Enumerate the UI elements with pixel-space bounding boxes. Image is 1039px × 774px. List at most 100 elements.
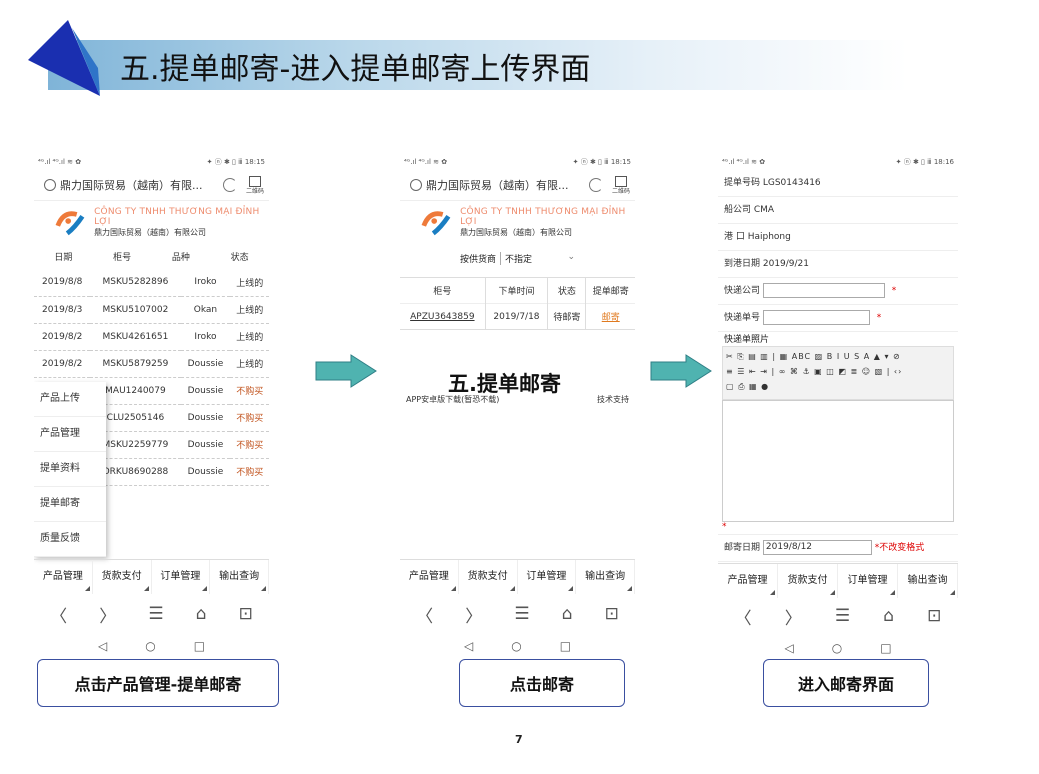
address-bar[interactable]: 鼎力国际贸易（越南）有限... 二维码 bbox=[400, 170, 635, 201]
tab-payment[interactable]: 货款支付 bbox=[778, 564, 838, 598]
bottom-tabs: 产品管理 货款支付 订单管理 输出查询 bbox=[34, 559, 269, 594]
row-species: Doussie bbox=[187, 412, 224, 423]
row-date: 2019/8/2 bbox=[41, 358, 83, 369]
table-row: APZU3643859 2019/7/18 待邮寄 邮寄 bbox=[400, 303, 635, 330]
reload-icon[interactable] bbox=[589, 178, 603, 192]
tab-product-manage[interactable]: 产品管理 bbox=[400, 560, 459, 594]
mail-link[interactable]: 邮寄 bbox=[585, 303, 635, 330]
menu-item-manage[interactable]: 产品管理 bbox=[34, 417, 106, 452]
app-download-link[interactable]: APP安卓版下载(暂恐不载) bbox=[406, 394, 499, 405]
forward-icon[interactable]: 〉 bbox=[99, 602, 116, 627]
address-bar[interactable]: 鼎力国际贸易（越南）有限... 二维码 bbox=[34, 170, 269, 201]
tracking-label: 快递单号 bbox=[724, 313, 761, 323]
phone-screen-3: ⁴ᴳ.ıl ⁴ᴳ.ıl ≋ ✿ ✦ ⓝ ✱ ▯ ⅲ 18:16 提单号码 LGS… bbox=[718, 154, 958, 659]
row-status: 上线的 bbox=[236, 278, 264, 289]
sys-home-icon[interactable]: ○ bbox=[832, 641, 842, 655]
qr-tab-button[interactable]: 二维码 bbox=[245, 175, 265, 195]
slide-title: 五.提单邮寄-进入提单邮寄上传界面 bbox=[120, 52, 591, 87]
container-link[interactable]: APZU3643859 bbox=[400, 304, 485, 330]
tab-product-manage[interactable]: 产品管理 bbox=[34, 560, 93, 594]
table-row[interactable]: 2019/8/3 MSKU5107002 Okan 上线的 bbox=[34, 296, 269, 323]
table-row[interactable]: 2019/8/2 MSKU4261651 Iroko 上线的 bbox=[34, 323, 269, 350]
back-icon[interactable]: 〈 bbox=[416, 602, 433, 627]
sys-home-icon[interactable]: ○ bbox=[145, 639, 155, 653]
menu-item-quality[interactable]: 质量反馈 bbox=[34, 522, 106, 557]
back-icon[interactable]: 〈 bbox=[50, 602, 67, 627]
sys-recent-icon[interactable]: □ bbox=[560, 639, 571, 653]
tab-output[interactable]: 输出查询 bbox=[210, 560, 269, 594]
qr-tab-button[interactable]: 二维码 bbox=[611, 175, 631, 195]
photo-editor[interactable] bbox=[722, 400, 954, 522]
menu-icon[interactable]: ☰ bbox=[514, 604, 529, 624]
tab-product-manage[interactable]: 产品管理 bbox=[718, 564, 778, 598]
menu-icon[interactable]: ☰ bbox=[148, 604, 163, 624]
toolbar-row-2[interactable]: ≡ ☰ ⇤ ⇥ | ∞ ⌘ ⚓ ▣ ◫ ◩ ≣ ☺ ▧ | ‹› bbox=[726, 364, 950, 379]
row-status: 上线的 bbox=[236, 333, 264, 343]
row-container: MSKU5879259 bbox=[102, 358, 169, 369]
row-container: MSKU5107002 bbox=[102, 304, 169, 315]
url-text: 鼎力国际贸易（越南）有限... bbox=[60, 179, 203, 192]
row-species: Iroko bbox=[194, 331, 217, 342]
logo-icon bbox=[421, 211, 451, 236]
tabs-icon[interactable]: ⊡ bbox=[605, 604, 619, 624]
tab-orders[interactable]: 订单管理 bbox=[838, 564, 898, 598]
system-nav: ◁ ○ □ bbox=[34, 635, 269, 657]
page-number: 7 bbox=[515, 733, 523, 746]
editor-toolbar[interactable]: ✂ ⎘ ▤ ▥ | ▦ ABC ▨ B I U S A ▲ ▾ ⊘ ≡ ☰ ⇤ … bbox=[722, 346, 954, 400]
mail-date-label: 邮寄日期 bbox=[724, 543, 761, 553]
col-date: 日期 bbox=[54, 252, 73, 263]
supplier-select[interactable]: 不指定 ⌄ bbox=[500, 251, 579, 265]
phone-screen-2: ⁴ᴳ.ıl ⁴ᴳ.ıl ≋ ✿ ✦ ⓝ ✱ ▯ ⅲ 18:15 鼎力国际贸易（越… bbox=[400, 154, 635, 659]
supplier-filter: 按供货商 不指定 ⌄ bbox=[460, 247, 635, 269]
forward-icon[interactable]: 〉 bbox=[465, 602, 482, 627]
tab-orders[interactable]: 订单管理 bbox=[518, 560, 577, 594]
toolbar-row-1[interactable]: ✂ ⎘ ▤ ▥ | ▦ ABC ▨ B I U S A ▲ ▾ ⊘ bbox=[726, 349, 950, 364]
tabs-icon[interactable]: ⊡ bbox=[239, 604, 253, 624]
menu-item-upload[interactable]: 产品上传 bbox=[34, 382, 106, 417]
row-container: MSKU4261651 bbox=[102, 331, 169, 342]
sys-home-icon[interactable]: ○ bbox=[511, 639, 521, 653]
row-species: Doussie bbox=[187, 439, 224, 450]
col-mail: 提单邮寄 bbox=[585, 277, 635, 304]
menu-item-bl-mail[interactable]: 提单邮寄 bbox=[34, 487, 106, 522]
col-container: 柜号 bbox=[113, 252, 132, 263]
sys-recent-icon[interactable]: □ bbox=[194, 639, 205, 653]
chevron-down-icon: ⌄ bbox=[567, 251, 576, 262]
mail-date-input[interactable]: 2019/8/12 bbox=[762, 540, 872, 555]
row-species: Okan bbox=[193, 304, 218, 315]
reload-icon[interactable] bbox=[223, 178, 237, 192]
tabs-icon[interactable]: ⊡ bbox=[927, 606, 941, 626]
photo-label: 快递单照片 bbox=[724, 335, 770, 345]
menu-item-bl-docs[interactable]: 提单资料 bbox=[34, 452, 106, 487]
home-icon[interactable]: ⌂ bbox=[562, 604, 573, 624]
home-icon[interactable]: ⌂ bbox=[196, 604, 207, 624]
back-icon[interactable]: 〈 bbox=[735, 604, 752, 629]
forward-icon[interactable]: 〉 bbox=[785, 604, 802, 629]
row-container: MSKU5282896 bbox=[102, 277, 169, 288]
tab-payment[interactable]: 货款支付 bbox=[459, 560, 518, 594]
tab-orders[interactable]: 订单管理 bbox=[152, 560, 211, 594]
tracking-input[interactable] bbox=[762, 310, 870, 325]
step-arrow-1-icon bbox=[315, 354, 377, 388]
tab-output[interactable]: 输出查询 bbox=[576, 560, 635, 594]
status-bar: ⁴ᴳ.ıl ⁴ᴳ.ıl ≋ ✿ ✦ ⓝ ✱ ▯ ⅲ 18:15 bbox=[404, 158, 631, 166]
tab-output[interactable]: 输出查询 bbox=[898, 564, 958, 598]
sys-back-icon[interactable]: ◁ bbox=[784, 641, 793, 655]
browser-nav: 〈 〉 ☰ ⌂ ⊡ bbox=[34, 597, 269, 631]
sys-recent-icon[interactable]: □ bbox=[880, 641, 891, 655]
courier-input[interactable] bbox=[762, 283, 885, 298]
sys-back-icon[interactable]: ◁ bbox=[464, 639, 473, 653]
url-text: 鼎力国际贸易（越南）有限... bbox=[426, 179, 569, 192]
table-row[interactable]: 2019/8/2 MSKU5879259 Doussie 上线的 bbox=[34, 350, 269, 377]
caption-step-3: 进入邮寄界面 bbox=[763, 659, 929, 707]
company-name-cn: 鼎力国际贸易（越南）有限公司 bbox=[460, 227, 573, 237]
logo-icon bbox=[55, 211, 85, 236]
tab-payment[interactable]: 货款支付 bbox=[93, 560, 152, 594]
menu-icon[interactable]: ☰ bbox=[835, 606, 850, 626]
toolbar-row-3[interactable]: ▢ ⎙ ▦ ● bbox=[726, 379, 950, 394]
home-icon[interactable]: ⌂ bbox=[883, 606, 894, 626]
system-nav: ◁ ○ □ bbox=[718, 637, 958, 659]
sys-back-icon[interactable]: ◁ bbox=[98, 639, 107, 653]
table-row[interactable]: 2019/8/8 MSKU5282896 Iroko 上线的 bbox=[34, 269, 269, 296]
row-species: Doussie bbox=[187, 358, 224, 369]
